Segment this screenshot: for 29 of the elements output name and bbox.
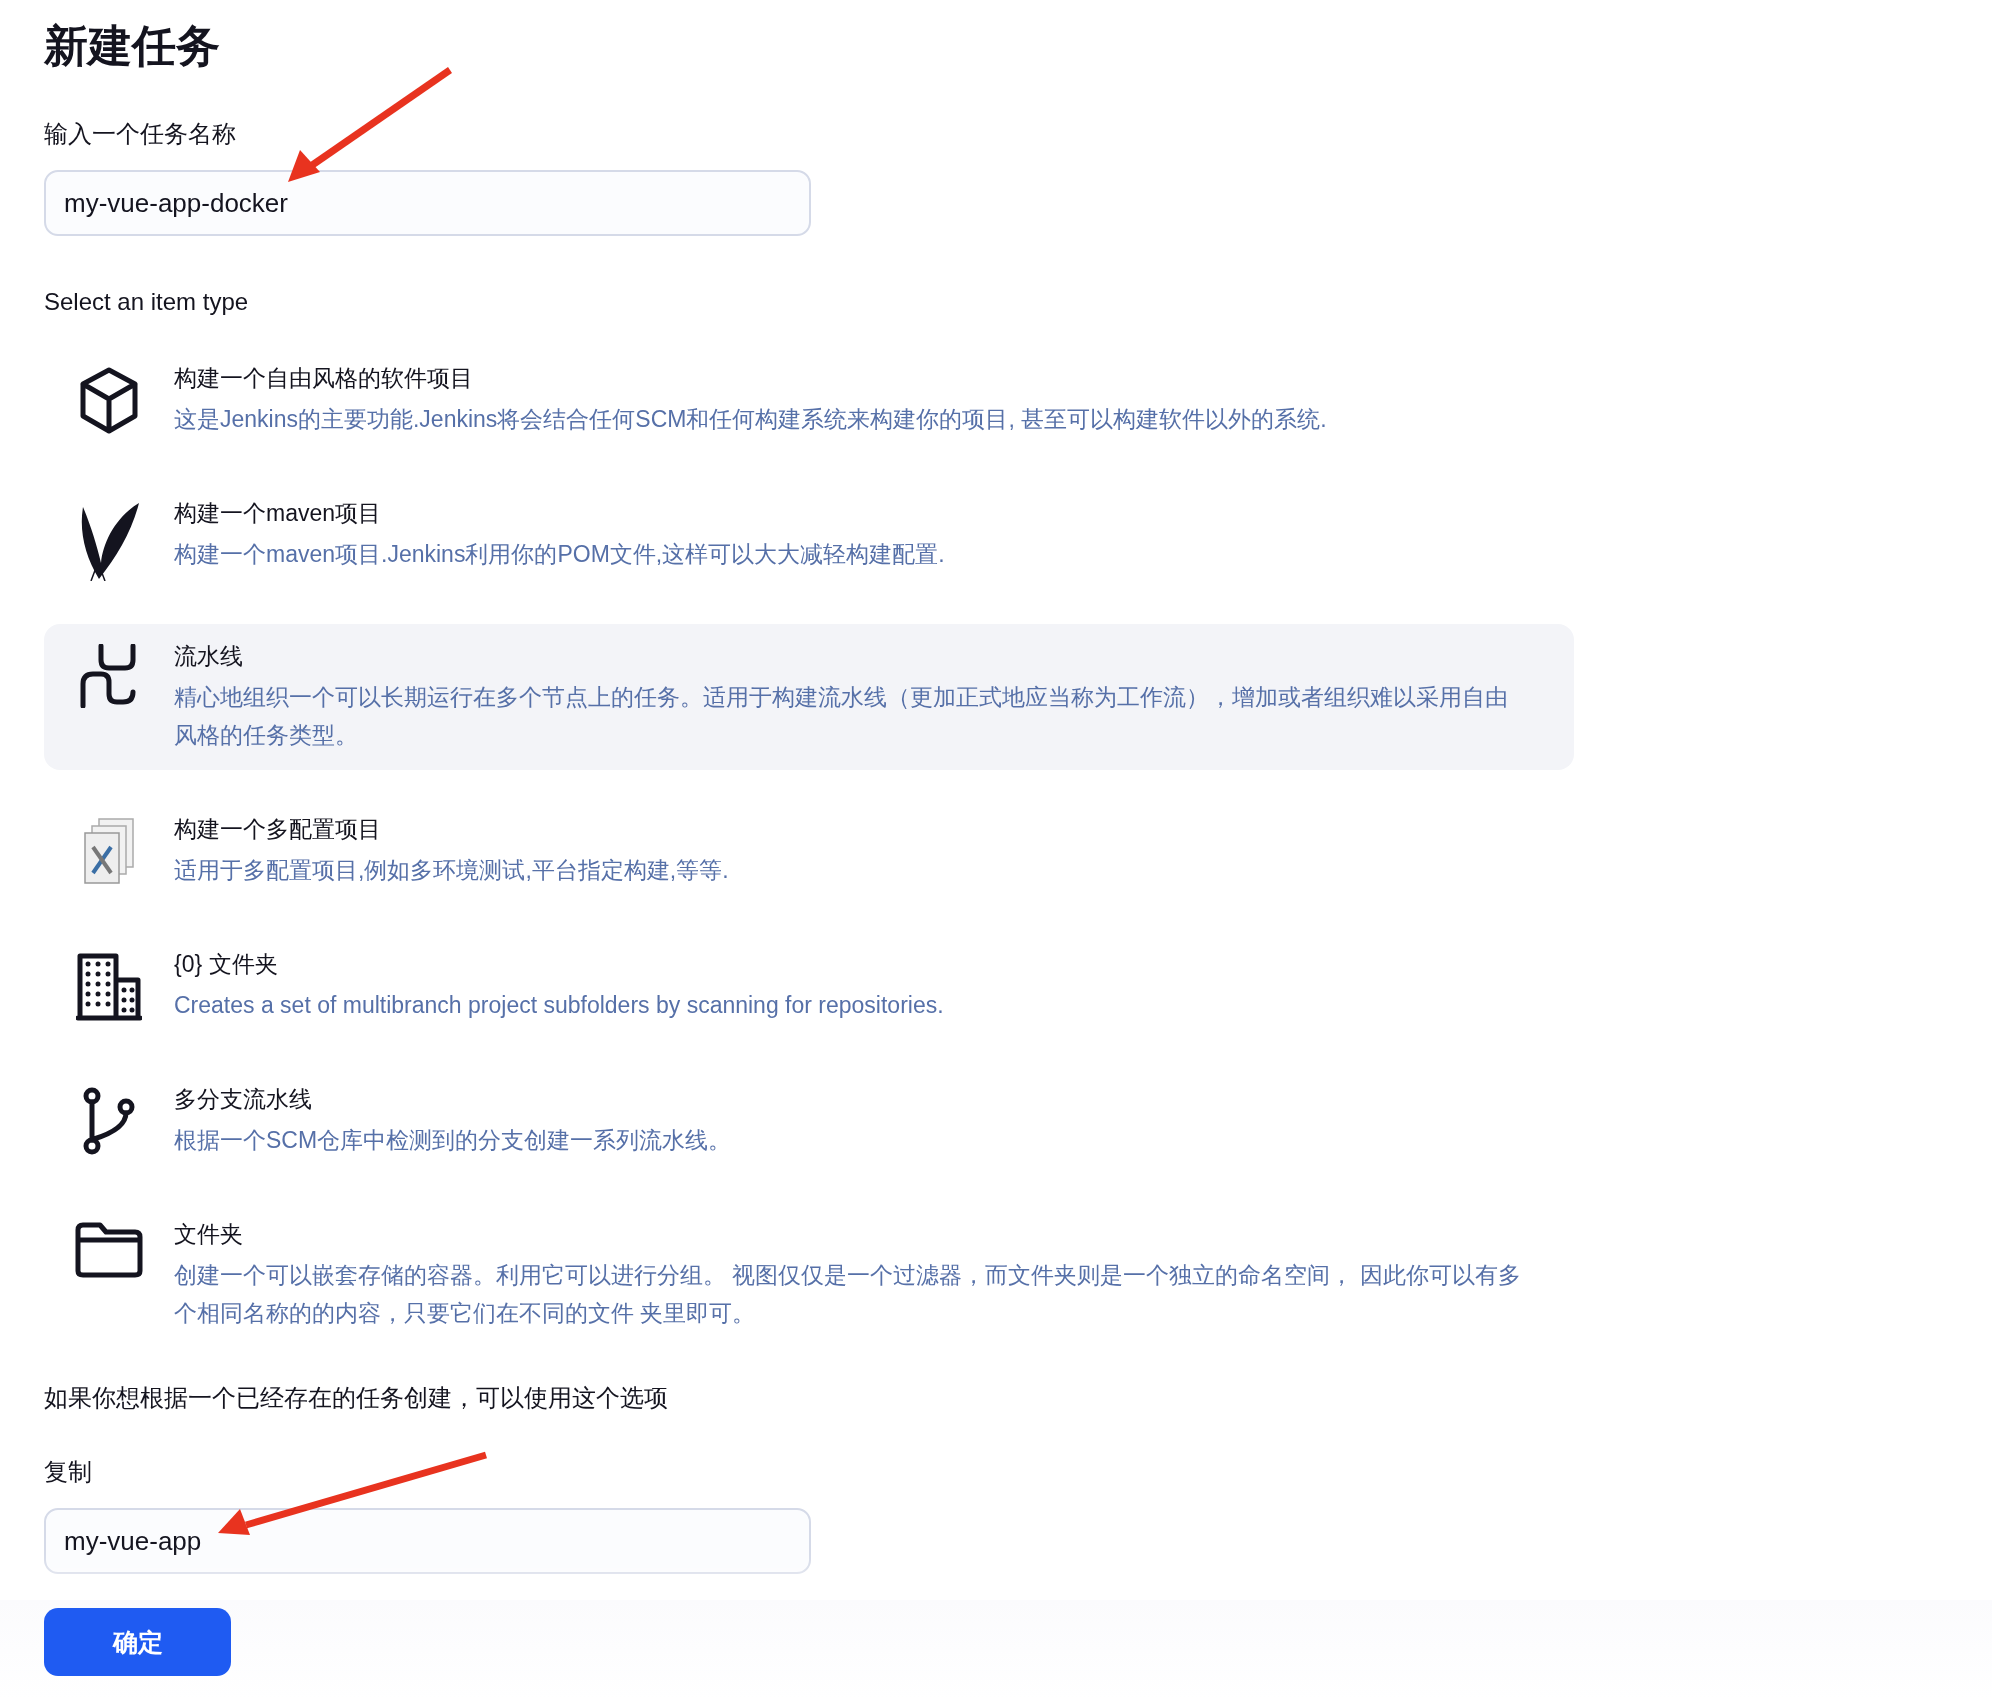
option-title: 多分支流水线: [174, 1085, 313, 1114]
option-title: 流水线: [174, 642, 244, 671]
documents-icon: [81, 817, 137, 887]
ok-button[interactable]: 确定: [44, 1608, 231, 1676]
field-label: 复制: [44, 1457, 93, 1487]
option-title: 文件夹: [174, 1220, 244, 1249]
page-title: 新建任务: [44, 20, 221, 72]
branch-icon: [82, 1087, 136, 1155]
option-description: 适用于多配置项目,例如多环境测试,平台指定构建,等等.: [174, 856, 729, 885]
option-title: 构建一个多配置项目: [174, 815, 382, 844]
section-label: Select an item type: [44, 287, 250, 317]
pipe-icon: [79, 644, 139, 708]
option-title: 构建一个maven项目: [174, 499, 383, 528]
building-icon: [76, 952, 142, 1022]
field-label: 输入一个任务名称: [44, 119, 237, 149]
option-title: {0} 文件夹: [174, 950, 279, 979]
option-description: 构建一个maven项目.Jenkins利用你的POM文件,这样可以大大减轻构建配置.: [174, 540, 945, 569]
option-description: Creates a set of multibranch project subfolders by scanning for repositories.: [174, 991, 944, 1020]
folder-icon: [74, 1222, 144, 1278]
option-description: 这是Jenkins的主要功能.Jenkins将会结合任何SCM和任何构建系统来构建你的项目, 甚至可以构建软件以外的系统.: [174, 405, 1327, 434]
option-description: 根据一个SCM仓库中检测到的分支创建一系列流水线。: [174, 1126, 732, 1155]
option-description: 创建一个可以嵌套存储的容器。利用它可以进行分组。 视图仅仅是一个过滤器，而文件夹则是一个独立的命名空间， 因此你可以有多个相同名称的的内容，只要它们在不同的文件 夹里即可。: [174, 1261, 1522, 1328]
option-title: 构建一个自由风格的软件项目: [174, 364, 474, 393]
cube-icon: [78, 366, 140, 436]
item-type-option-selected[interactable]: 流水线 精心地组织一个可以长期运行在多个节点上的任务。适用于构建流水线（更加正式地应当称为工作流），增加或者组织难以采用自由风格的任务类型。: [44, 624, 1574, 770]
task-name-input[interactable]: my-vue-app-docker: [44, 170, 811, 236]
option-description: 精心地组织一个可以长期运行在多个节点上的任务。适用于构建流水线（更加正式地应当称为工作流），增加或者组织难以采用自由风格的任务类型。: [174, 683, 1509, 750]
copy-hint: 如果你想根据一个已经存在的任务创建，可以使用这个选项: [44, 1383, 669, 1413]
copy-from-input[interactable]: my-vue-app: [44, 1508, 811, 1574]
